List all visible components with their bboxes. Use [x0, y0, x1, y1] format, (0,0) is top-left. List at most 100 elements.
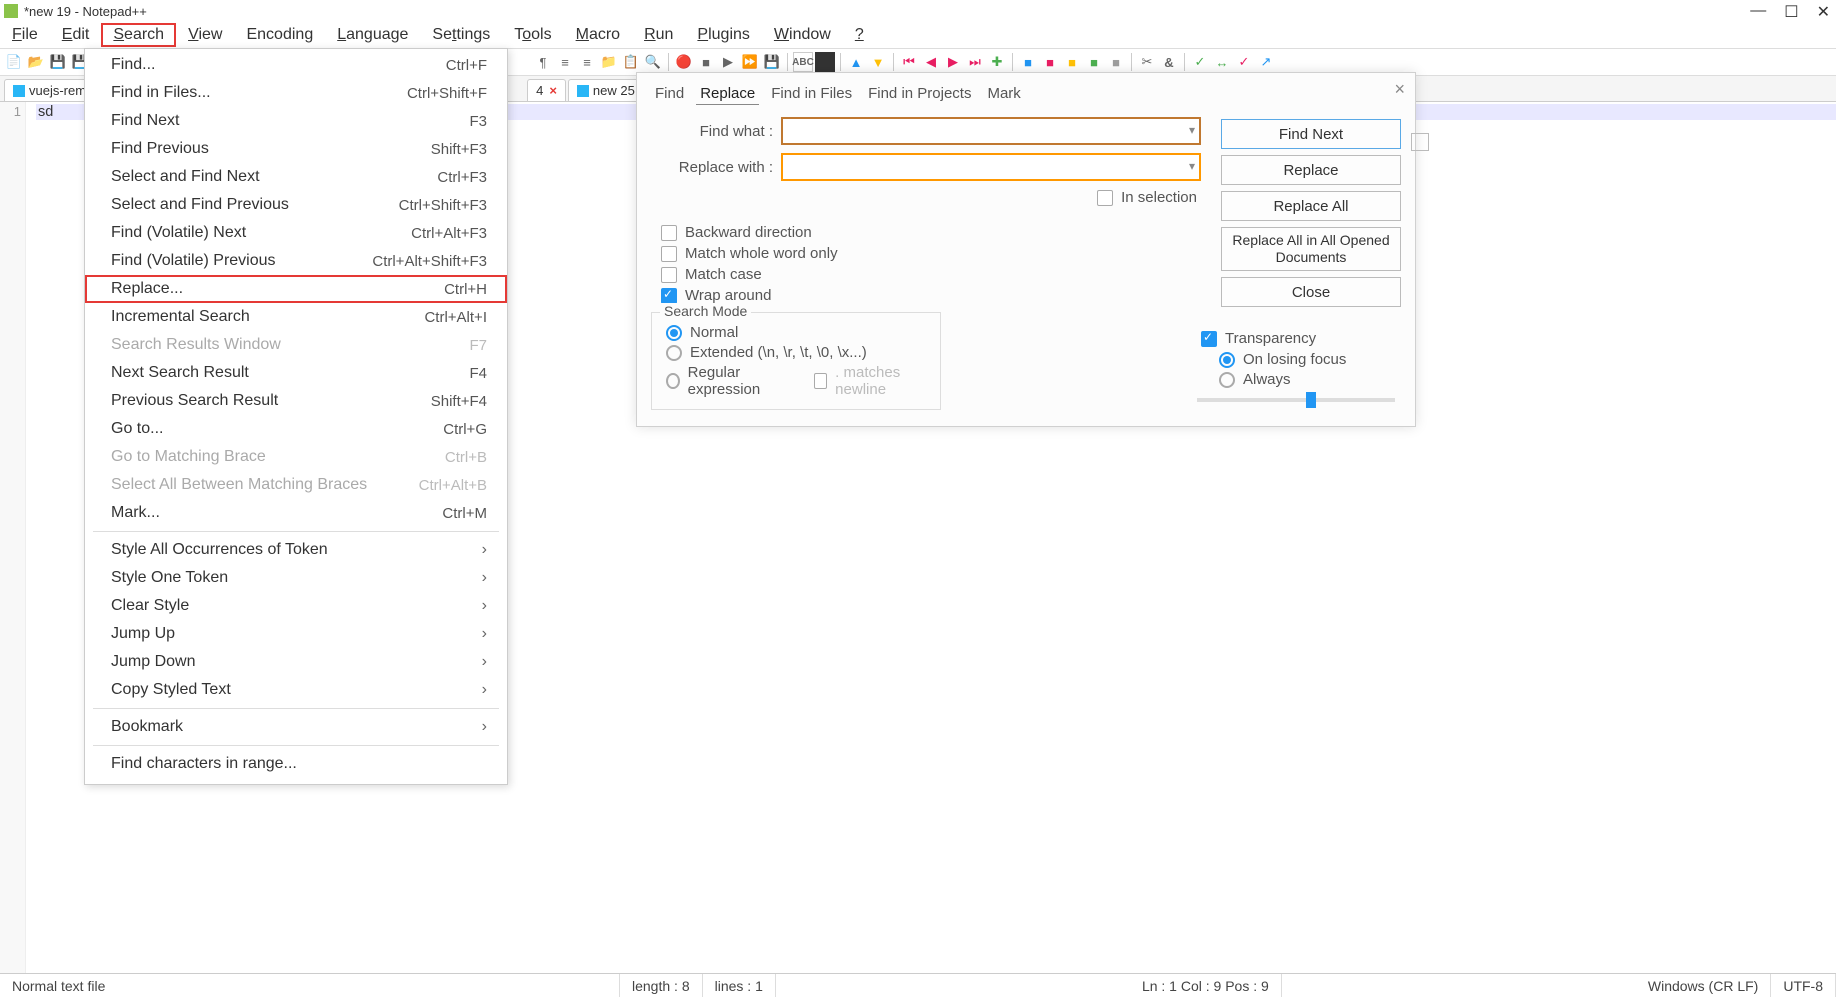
tb-icon[interactable]: 💾	[762, 52, 782, 72]
close-button[interactable]: Close	[1221, 277, 1401, 307]
menu-encoding[interactable]: Encoding	[234, 23, 325, 47]
tb-icon[interactable]: ↔	[1212, 52, 1232, 72]
menu-bookmark[interactable]: Bookmark›	[85, 713, 507, 741]
tb-icon[interactable]: 🔴	[674, 52, 694, 72]
menu-macro[interactable]: Macro	[564, 23, 632, 47]
tb-icon[interactable]: ▶	[943, 52, 963, 72]
close-window-icon[interactable]: ✕	[1817, 2, 1830, 22]
menu-jump-down[interactable]: Jump Down›	[85, 648, 507, 676]
tb-icon[interactable]: ¶	[533, 52, 553, 72]
tb-icon[interactable]: 📋	[621, 52, 641, 72]
matches-newline-checkbox[interactable]	[814, 373, 827, 389]
tb-icon[interactable]: 📁	[599, 52, 619, 72]
menu-copy-styled-text[interactable]: Copy Styled Text›	[85, 676, 507, 704]
find-next-button[interactable]: Find Next	[1221, 119, 1401, 149]
findnext-toggle[interactable]	[1411, 133, 1429, 151]
menu-style-one-token[interactable]: Style One Token›	[85, 564, 507, 592]
replace-with-input[interactable]: ▾	[781, 153, 1201, 181]
menu-incremental-search[interactable]: Incremental SearchCtrl+Alt+I	[85, 303, 507, 331]
tb-icon[interactable]: ■	[1106, 52, 1126, 72]
radio-always[interactable]	[1219, 372, 1235, 388]
menu-view[interactable]: View	[176, 23, 234, 47]
tb-icon[interactable]: ■	[1040, 52, 1060, 72]
tb-icon[interactable]: ▼	[868, 52, 888, 72]
menu-find-volatile-previous[interactable]: Find (Volatile) PreviousCtrl+Alt+Shift+F…	[85, 247, 507, 275]
tb-icon[interactable]: ≡	[555, 52, 575, 72]
maximize-icon[interactable]: ☐	[1784, 2, 1798, 22]
tb-icon[interactable]: ✂	[1137, 52, 1157, 72]
menu-goto[interactable]: Go to...Ctrl+G	[85, 415, 507, 443]
tab-4[interactable]: 4×	[527, 79, 566, 101]
menu-run[interactable]: Run	[632, 23, 685, 47]
wrap-checkbox[interactable]	[661, 288, 677, 304]
save-icon[interactable]: 💾	[48, 52, 68, 72]
chevron-down-icon[interactable]: ▾	[1189, 123, 1195, 137]
tab-vuejs[interactable]: vuejs-rem	[4, 79, 95, 101]
close-icon[interactable]: ×	[549, 83, 557, 98]
close-icon[interactable]: ×	[1394, 79, 1405, 100]
tb-icon[interactable]: 🔍	[643, 52, 663, 72]
tb-icon[interactable]: ▶	[718, 52, 738, 72]
dtab-find-in-files[interactable]: Find in Files	[767, 83, 856, 105]
tb-icon[interactable]: ≡	[577, 52, 597, 72]
tb-icon[interactable]: ◀	[921, 52, 941, 72]
menu-find-previous[interactable]: Find PreviousShift+F3	[85, 135, 507, 163]
replace-button[interactable]: Replace	[1221, 155, 1401, 185]
menu-mark[interactable]: Mark...Ctrl+M	[85, 499, 507, 527]
tb-icon[interactable]: ✓	[1234, 52, 1254, 72]
menu-window[interactable]: Window	[762, 23, 843, 47]
menu-tools[interactable]: Tools	[502, 23, 563, 47]
tb-icon[interactable]: ■	[1084, 52, 1104, 72]
menu-find-in-files[interactable]: Find in Files...Ctrl+Shift+F	[85, 79, 507, 107]
radio-on-losing-focus[interactable]	[1219, 352, 1235, 368]
menu-language[interactable]: Language	[325, 23, 420, 47]
menu-file[interactable]: File	[0, 23, 50, 47]
tb-icon[interactable]: ■	[696, 52, 716, 72]
minimize-icon[interactable]: —	[1750, 2, 1766, 22]
menu-replace[interactable]: Replace...Ctrl+H	[85, 275, 507, 303]
replace-all-button[interactable]: Replace All	[1221, 191, 1401, 221]
radio-extended[interactable]	[666, 345, 682, 361]
tb-icon[interactable]: ↗	[1256, 52, 1276, 72]
menu-next-search-result[interactable]: Next Search ResultF4	[85, 359, 507, 387]
find-what-input[interactable]: ▾	[781, 117, 1201, 145]
tb-icon[interactable]: ⏩	[740, 52, 760, 72]
menu-help[interactable]: ?	[843, 23, 876, 47]
tb-icon[interactable]: ⏮	[899, 52, 919, 72]
menu-previous-search-result[interactable]: Previous Search ResultShift+F4	[85, 387, 507, 415]
radio-normal[interactable]	[666, 325, 682, 341]
menu-plugins[interactable]: Plugins	[685, 23, 761, 47]
menu-find-chars-in-range[interactable]: Find characters in range...	[85, 750, 507, 778]
menu-find-next[interactable]: Find NextF3	[85, 107, 507, 135]
matchcase-checkbox[interactable]	[661, 267, 677, 283]
tb-icon[interactable]: ■	[1018, 52, 1038, 72]
transparency-slider[interactable]	[1197, 398, 1395, 402]
transparency-checkbox[interactable]	[1201, 331, 1217, 347]
tb-spellcheck-icon[interactable]: ABC	[793, 52, 813, 72]
menu-edit[interactable]: Edit	[50, 23, 102, 47]
backward-checkbox[interactable]	[661, 225, 677, 241]
chevron-down-icon[interactable]: ▾	[1189, 159, 1195, 173]
menu-find[interactable]: Find...Ctrl+F	[85, 51, 507, 79]
dtab-mark[interactable]: Mark	[983, 83, 1024, 105]
tb-icon[interactable]: ▲	[846, 52, 866, 72]
wholeword-checkbox[interactable]	[661, 246, 677, 262]
menu-jump-up[interactable]: Jump Up›	[85, 620, 507, 648]
in-selection-checkbox[interactable]	[1097, 190, 1113, 206]
dtab-find[interactable]: Find	[651, 83, 688, 105]
menu-clear-style[interactable]: Clear Style›	[85, 592, 507, 620]
menu-style-all-occurrences[interactable]: Style All Occurrences of Token›	[85, 536, 507, 564]
tb-icon[interactable]: ⏭	[965, 52, 985, 72]
dtab-find-in-projects[interactable]: Find in Projects	[864, 83, 975, 105]
dtab-replace[interactable]: Replace	[696, 83, 759, 105]
menu-select-find-previous[interactable]: Select and Find PreviousCtrl+Shift+F3	[85, 191, 507, 219]
new-icon[interactable]: 📄	[4, 52, 24, 72]
menu-select-find-next[interactable]: Select and Find NextCtrl+F3	[85, 163, 507, 191]
tb-icon[interactable]: ✚	[987, 52, 1007, 72]
replace-all-opened-button[interactable]: Replace All in All Opened Documents	[1221, 227, 1401, 271]
menu-find-volatile-next[interactable]: Find (Volatile) NextCtrl+Alt+F3	[85, 219, 507, 247]
open-icon[interactable]: 📂	[26, 52, 46, 72]
tb-icon[interactable]: ■	[1062, 52, 1082, 72]
tb-icon[interactable]: ✓	[1190, 52, 1210, 72]
menu-search[interactable]: Search	[101, 23, 176, 47]
